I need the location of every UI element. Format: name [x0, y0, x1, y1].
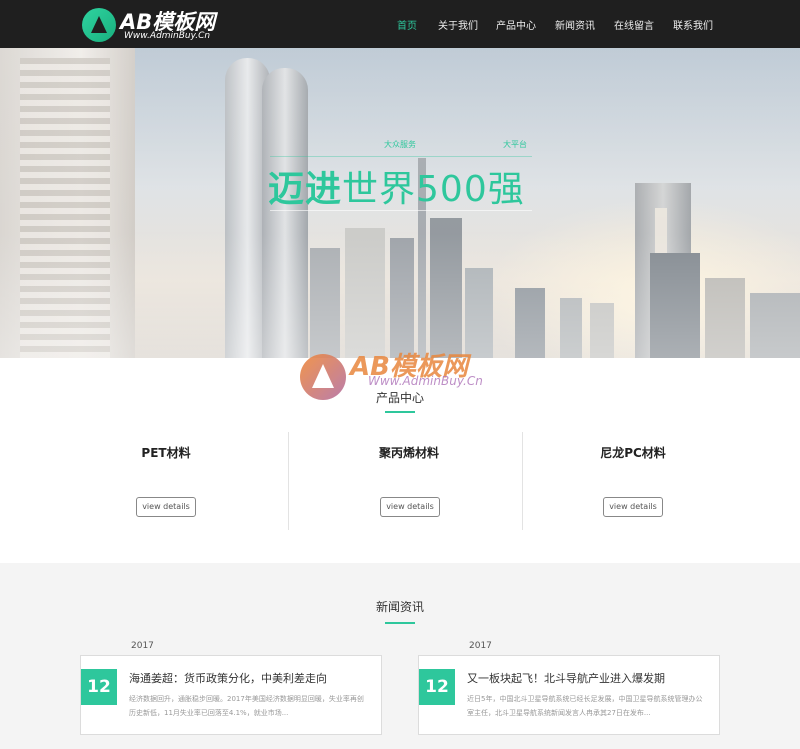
- banner-tag-3: 大平台: [503, 140, 527, 149]
- product-card: 聚丙烯材料 view details: [293, 430, 525, 530]
- news-section-title: 新闻资讯: [375, 600, 424, 614]
- news-year: 2017: [131, 641, 154, 651]
- product-name: 聚丙烯材料: [378, 446, 439, 460]
- news-card[interactable]: 12 又一板块起飞！北斗导航产业进入爆发期 近日5年，中国北斗卫星导航系统已经长…: [418, 655, 720, 735]
- news-title[interactable]: 海通姜超：货币政策分化，中美利差走向: [129, 670, 327, 686]
- view-details-button[interactable]: view details: [136, 497, 196, 517]
- site-header: AB模板网 Www.AdminBuy.Cn 首页 关于我们 产品中心 新闻资讯 …: [0, 0, 800, 48]
- nav-contact[interactable]: 联系我们: [673, 17, 713, 32]
- view-details-button[interactable]: view details: [380, 497, 440, 517]
- watermark-logo: AB模板网 Www.AdminBuy.Cn: [300, 346, 500, 410]
- nav-news[interactable]: 新闻资讯: [555, 17, 595, 32]
- nav-home[interactable]: 首页: [397, 17, 417, 32]
- banner-underline: [270, 210, 532, 211]
- banner-rule: [270, 156, 532, 157]
- logo-a-icon: [82, 8, 116, 42]
- news-year: 2017: [469, 641, 492, 651]
- banner-tag-2: 大众服务: [384, 140, 416, 149]
- products-title-bar: [385, 411, 415, 413]
- product-name: PET材料: [141, 446, 191, 460]
- product-card: PET材料 view details: [50, 430, 282, 530]
- news-excerpt: 近日5年，中国北斗卫星导航系统已经长足发展，中国卫星导航系统管理办公室主任，北斗…: [467, 695, 703, 717]
- banner-headline-rest: 世界500强: [342, 169, 525, 210]
- site-logo[interactable]: AB模板网 Www.AdminBuy.Cn: [82, 6, 232, 44]
- product-card: 尼龙PC材料 view details: [517, 430, 749, 530]
- hero-banner: 大众服务 大平台 迈进世界500强: [0, 48, 800, 358]
- view-details-button[interactable]: view details: [603, 497, 663, 517]
- banner-headline-strong: 迈进: [268, 169, 343, 210]
- news-title[interactable]: 又一板块起飞！北斗导航产业进入爆发期: [467, 670, 665, 686]
- nav-products[interactable]: 产品中心: [496, 17, 536, 32]
- product-divider: [288, 432, 289, 530]
- news-card[interactable]: 12 海通姜超：货币政策分化，中美利差走向 经济数据回升，通胀稳步回暖。2017…: [80, 655, 382, 735]
- watermark-a-icon: [300, 354, 346, 400]
- news-date-badge: 12: [81, 669, 117, 705]
- product-name: 尼龙PC材料: [600, 446, 666, 460]
- banner-headline: 迈进世界500强: [268, 160, 525, 212]
- nav-about[interactable]: 关于我们: [438, 17, 478, 32]
- news-title-bar: [385, 622, 415, 624]
- nav-message[interactable]: 在线留言: [614, 17, 654, 32]
- logo-url: Www.AdminBuy.Cn: [124, 31, 211, 41]
- watermark-url: Www.AdminBuy.Cn: [368, 374, 483, 388]
- news-date-badge: 12: [419, 669, 455, 705]
- news-excerpt: 经济数据回升，通胀稳步回暖。2017年美国经济数据明显回暖，失业率再创历史新低，…: [129, 695, 364, 717]
